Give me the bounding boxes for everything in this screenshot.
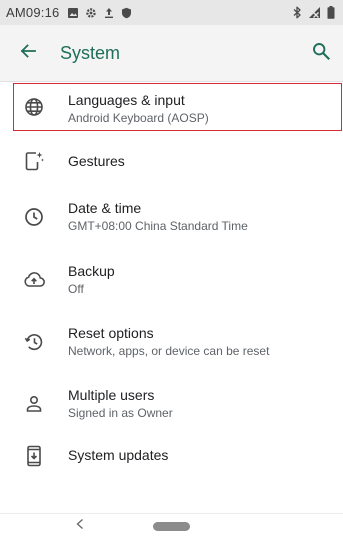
person-icon [22,392,46,416]
nav-back-icon [75,517,85,535]
search-icon [312,42,330,65]
item-summary: Network, apps, or device can be reset [68,344,270,358]
page-title: System [60,42,121,63]
arrow-left-icon [19,42,37,65]
status-icons-right [292,6,335,19]
item-title: Multiple users [68,387,155,403]
app-bar: System [0,25,343,81]
navigation-bar [0,513,343,538]
image-icon [67,7,79,19]
status-bar: AM09:16 [0,0,343,25]
list-item-date-time[interactable]: Date & time GMT+08:00 China Standard Tim… [0,193,343,241]
settings-icon [85,7,97,19]
list-item-reset-options[interactable]: Reset options Network, apps, or device c… [0,318,343,366]
item-summary: Off [68,282,84,296]
status-time: AM09:16 [6,5,60,20]
item-title: Date & time [68,200,142,216]
no-signal-icon [308,6,321,19]
item-summary: GMT+08:00 China Standard Time [68,219,248,233]
upload-icon [103,7,115,19]
item-title: Reset options [68,325,154,341]
app-bar-divider [0,81,343,82]
nav-back-button[interactable] [72,518,88,534]
item-summary: Signed in as Owner [68,406,173,420]
search-button[interactable] [301,33,341,73]
gestures-icon [22,149,46,173]
cloud-upload-icon [22,268,46,292]
shield-icon [121,7,132,19]
list-item-backup[interactable]: Backup Off [0,256,343,304]
battery-icon [327,6,335,19]
system-update-icon [22,444,46,468]
item-title: Gestures [68,153,125,169]
bluetooth-icon [292,6,302,19]
selection-highlight [13,83,342,131]
list-item-system-updates[interactable]: System updates [0,432,343,480]
restore-icon [22,330,46,354]
list-item-gestures[interactable]: Gestures [0,137,343,185]
home-pill-icon[interactable] [153,522,190,531]
list-item-multiple-users[interactable]: Multiple users Signed in as Owner [0,380,343,428]
back-button[interactable] [6,31,50,75]
item-title: System updates [68,447,169,463]
item-title: Backup [68,263,115,279]
clock-icon [22,205,46,229]
status-icons-left [67,7,132,19]
